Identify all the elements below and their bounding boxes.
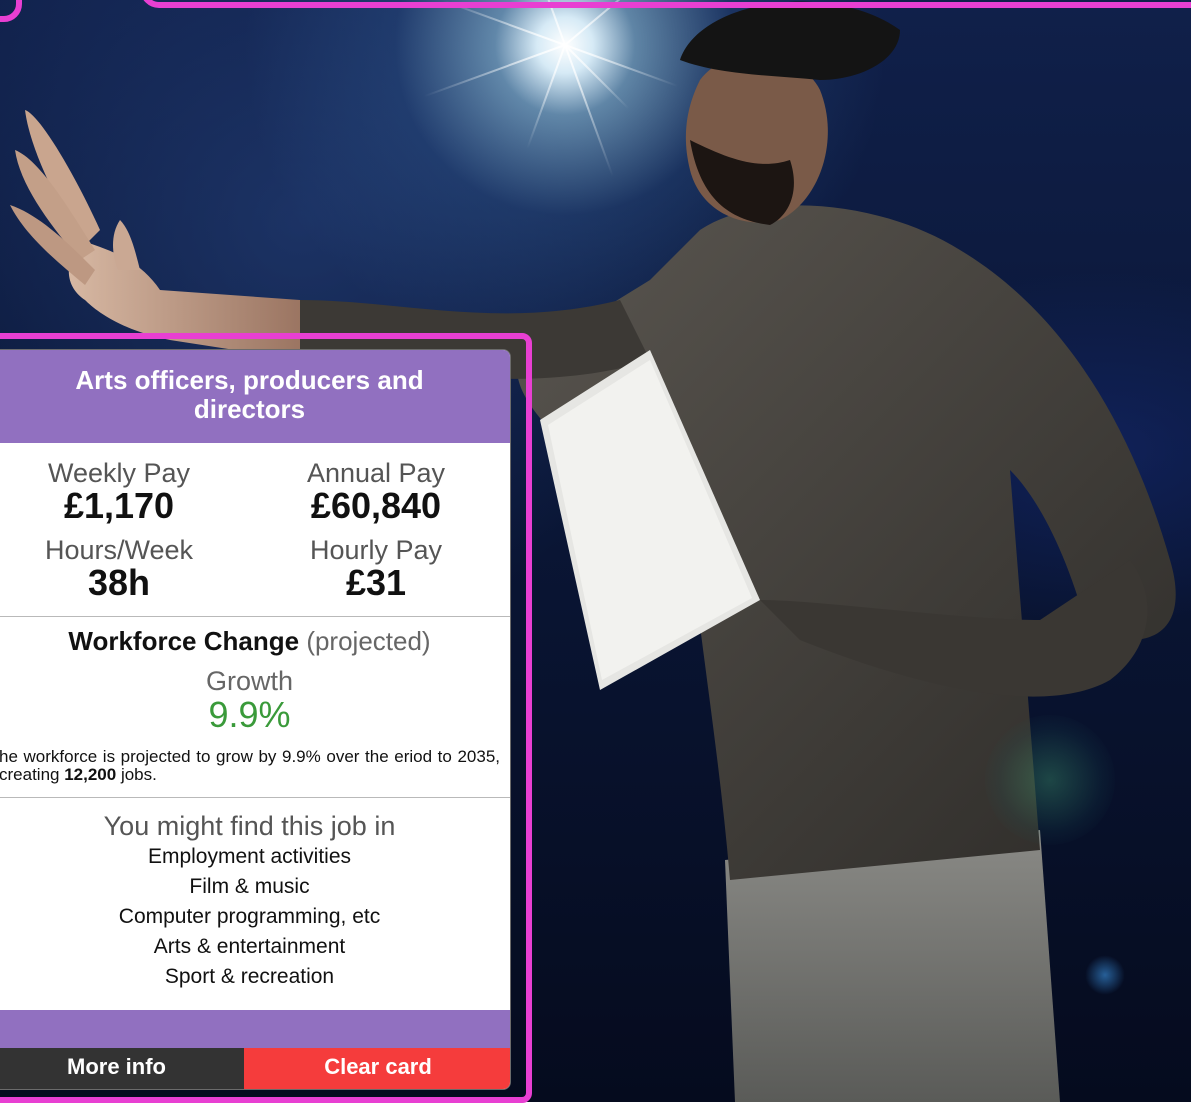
workforce-description: he workforce is projected to grow by 9.9…	[0, 734, 510, 798]
hours-week-value: 38h	[87, 562, 151, 603]
sector-item: Employment activities	[147, 845, 352, 868]
hours-week: Hours/Week 38h	[9, 536, 229, 601]
workforce-change-title: Workforce Change (projected)	[0, 626, 510, 656]
more-info-button[interactable]: More info	[0, 1048, 244, 1089]
weekly-pay-value: £1,170	[63, 485, 175, 526]
clear-card-button[interactable]: Clear card	[244, 1048, 510, 1089]
job-card: Arts officers, producers and directors W…	[0, 349, 511, 1090]
sector-item: Film & music	[189, 875, 310, 898]
hours-week-label: Hours/Week	[44, 535, 194, 565]
hourly-pay-label: Hourly Pay	[309, 535, 443, 565]
growth-value: 9.9%	[208, 694, 291, 735]
pay-grid: Weekly Pay £1,170 Annual Pay £60,840 Hou…	[0, 443, 510, 617]
card-footer-band	[0, 1010, 510, 1048]
weekly-pay-label: Weekly Pay	[47, 458, 191, 488]
annual-pay-value: £60,840	[310, 485, 442, 526]
workforce-change-qualifier: (projected)	[306, 626, 431, 656]
sector-list: Employment activities Film & music Compu…	[0, 842, 510, 992]
card-title: Arts officers, producers and directors	[0, 350, 510, 443]
annual-pay: Annual Pay £60,840	[266, 459, 486, 524]
workforce-description-suffix: jobs.	[120, 765, 157, 784]
sectors-title: You might find this job in	[103, 811, 396, 841]
workforce-change-heading: Workforce Change	[68, 626, 300, 656]
sector-item: Sport & recreation	[164, 965, 335, 988]
sector-item: Computer programming, etc	[118, 905, 381, 928]
sector-item: Arts & entertainment	[153, 935, 346, 958]
top-frame-border	[140, 0, 1191, 8]
annual-pay-label: Annual Pay	[306, 458, 446, 488]
hourly-pay-value: £31	[345, 562, 407, 603]
workforce-description-jobs: 12,200	[64, 765, 117, 784]
hourly-pay: Hourly Pay £31	[266, 536, 486, 601]
weekly-pay: Weekly Pay £1,170	[9, 459, 229, 524]
growth-label: Growth	[205, 666, 294, 696]
